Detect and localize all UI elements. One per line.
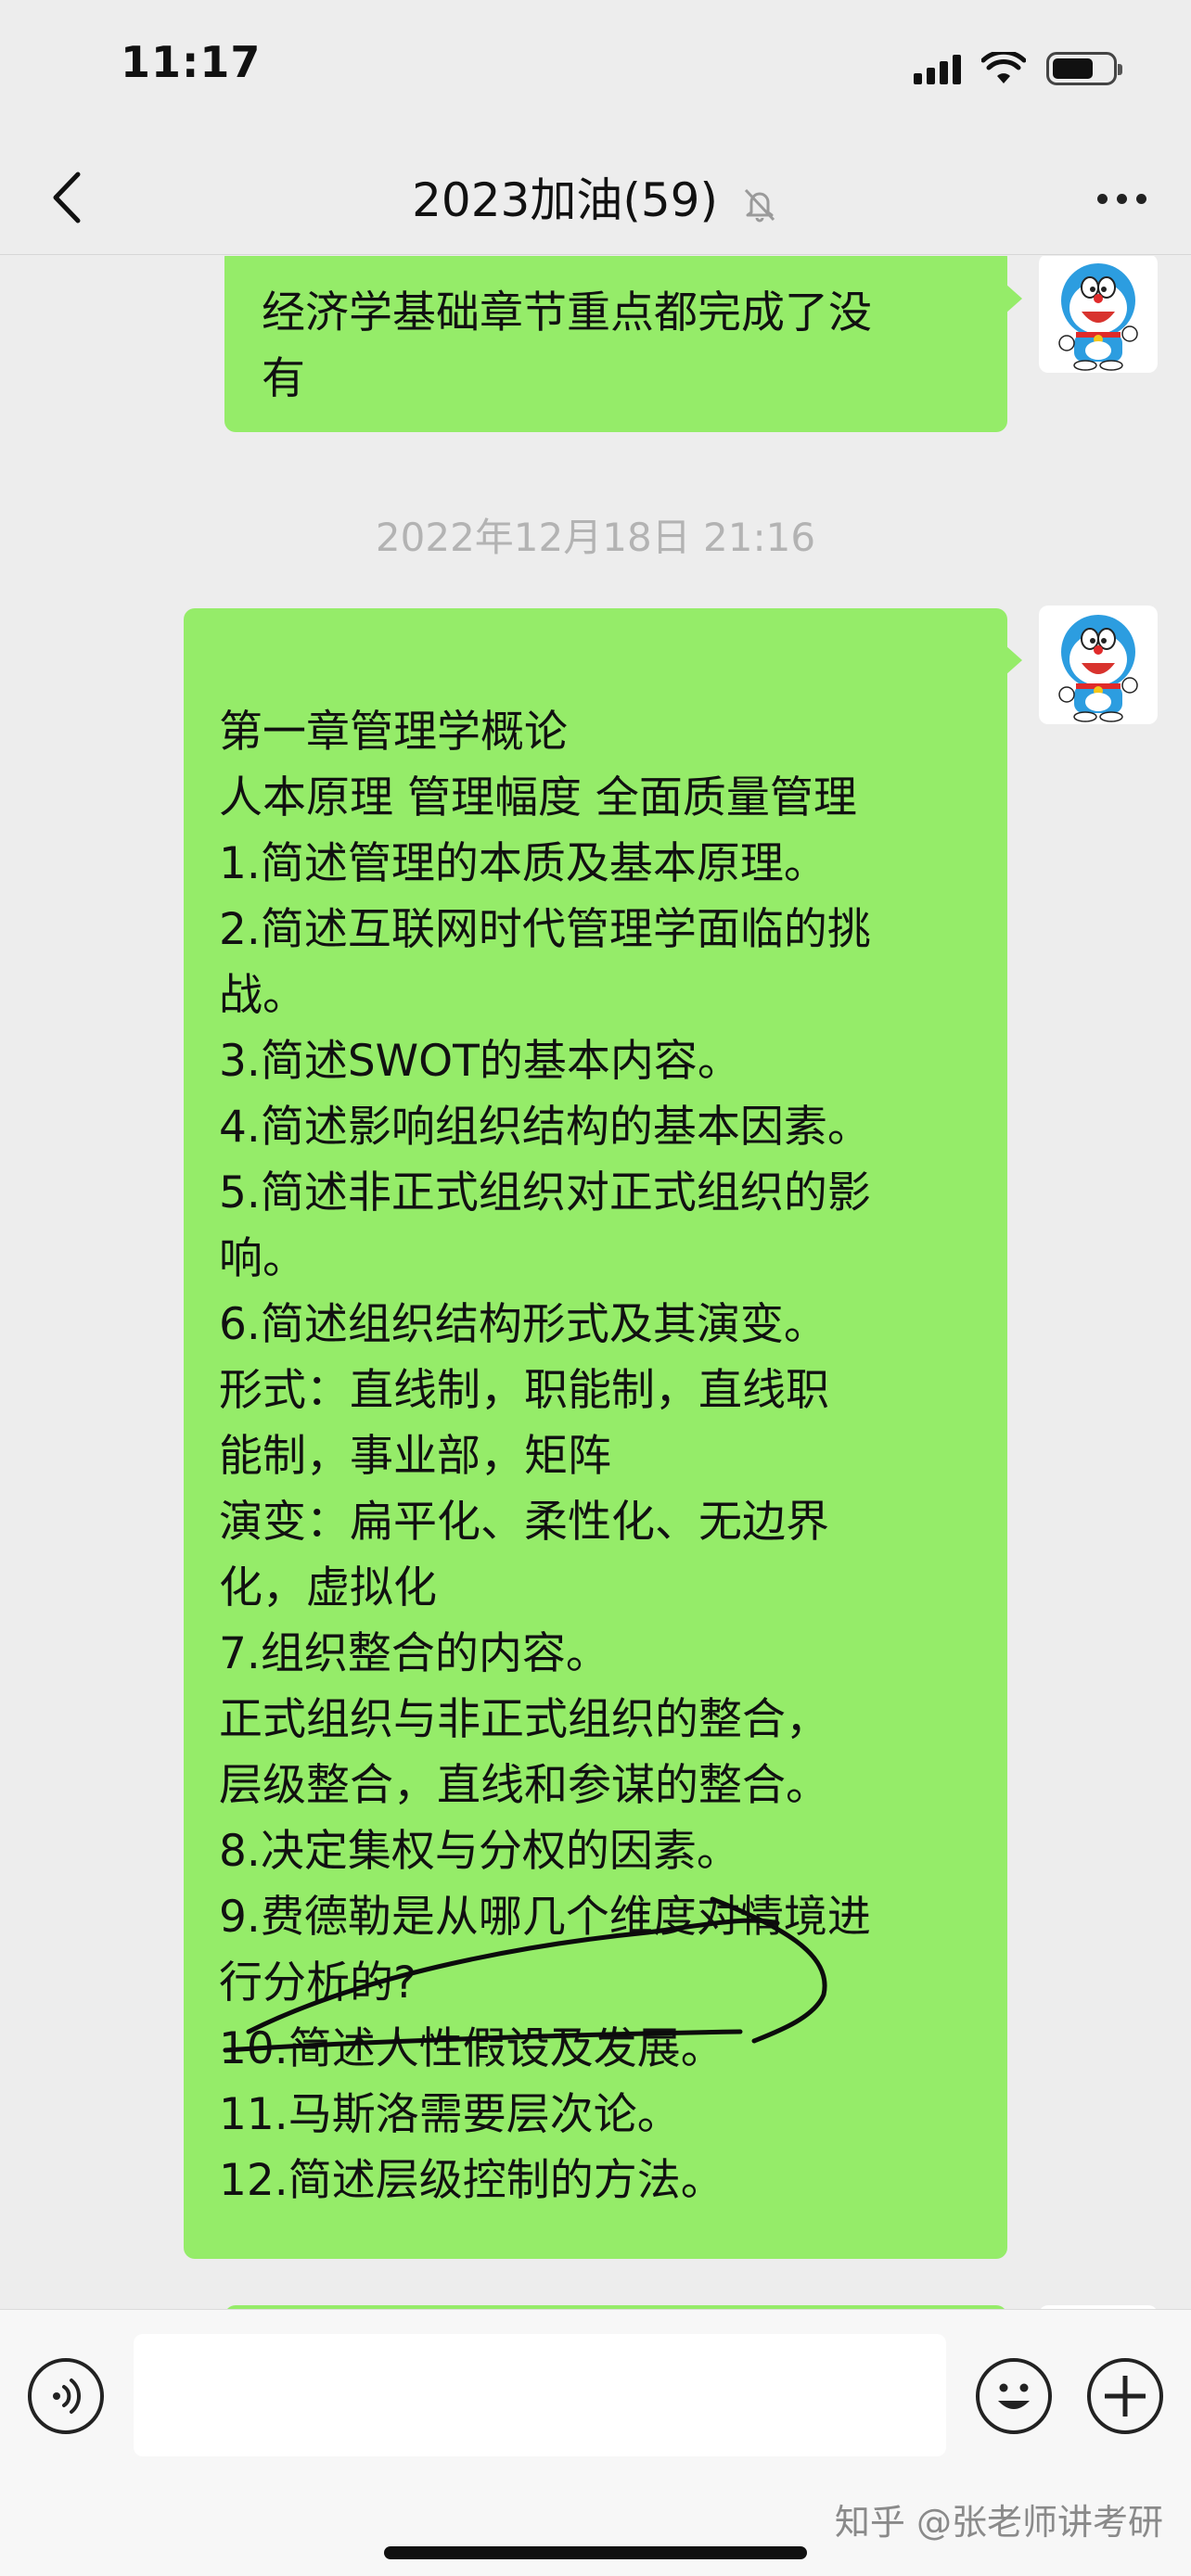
- message-line: 第一章管理学概论: [219, 707, 568, 758]
- more-options-button[interactable]: [1089, 171, 1154, 226]
- message-line: 化，虚拟化: [219, 1562, 437, 1613]
- message-line: 有: [262, 353, 305, 404]
- status-time: 11:17: [121, 37, 262, 87]
- voice-icon: [53, 2378, 82, 2414]
- message-line: 10.简述人性假设及发展。: [219, 2023, 724, 2074]
- chat-title: 2023加油(59): [0, 163, 1191, 230]
- avatar[interactable]: [1039, 606, 1158, 724]
- doraemon-avatar-icon: [1058, 615, 1138, 722]
- cellular-signal-icon: [914, 53, 961, 84]
- message-bubble[interactable]: 经济学基础章节重点都完成了没 有: [224, 256, 1022, 432]
- message-line: 演变：扁平化、柔性化、无边界: [219, 1497, 829, 1548]
- message-line: 7.组织整合的内容。: [219, 1628, 609, 1679]
- message-line: 11.马斯洛需要层次论。: [219, 2089, 681, 2140]
- message-line: 5.简述非正式组织对正式组织的影: [219, 1167, 871, 1218]
- chat-header: 2023加油(59): [0, 139, 1191, 255]
- watermark: 知乎 @张老师讲考研: [834, 2502, 1163, 2543]
- message-timestamp: 2022年12月18日 21:16: [375, 515, 816, 560]
- message-line: 正式组织与非正式组织的整合，: [219, 1694, 829, 1745]
- more-functions-button[interactable]: [1087, 2358, 1163, 2434]
- wifi-icon: [981, 52, 1026, 83]
- message-line: 形式：直线制，职能制，直线职: [219, 1365, 829, 1416]
- mute-bell-icon: [744, 188, 775, 222]
- message-line: 人本原理 管理幅度 全面质量管理: [219, 772, 857, 823]
- message-line: 层级整合，直线和参谋的整合。: [219, 1760, 829, 1811]
- message-line: 12.简述层级控制的方法。: [219, 2155, 724, 2206]
- input-bar: 知乎 @张老师讲考研: [0, 2309, 1191, 2576]
- message-bubble[interactable]: 第一章管理学概论 人本原理 管理幅度 全面质量管理 1.简述管理的本质及基本原理…: [184, 608, 1022, 2259]
- emoji-icon: [998, 2383, 1030, 2409]
- status-icons: [914, 48, 1122, 89]
- doraemon-avatar-icon: [1058, 263, 1138, 371]
- avatar[interactable]: [1039, 256, 1158, 373]
- message-line: 战。: [219, 970, 306, 1021]
- chat-messages[interactable]: 经济学基础章节重点都完成了没 有 2022年12月18日 21:16 第一章管理…: [0, 256, 1191, 2309]
- message-line: 3.简述SWOT的基本内容。: [219, 1036, 741, 1087]
- home-indicator[interactable]: [384, 2546, 807, 2559]
- message-line: 能制，事业部，矩阵: [219, 1431, 611, 1482]
- message-line: 1.简述管理的本质及基本原理。: [219, 838, 827, 889]
- group-name: 2023加油(59): [412, 173, 718, 227]
- battery-icon: [1046, 52, 1122, 85]
- message-line: 行分析的?: [219, 1958, 416, 2009]
- message-line: 9.费德勒是从哪几个维度对情境进: [219, 1892, 871, 1943]
- message-input[interactable]: [134, 2334, 946, 2456]
- message-line: 经济学基础章节重点都完成了没: [262, 287, 872, 338]
- message-line: 6.简述组织结构形式及其演变。: [219, 1299, 827, 1350]
- message-line: 响。: [219, 1233, 306, 1284]
- message-line: 4.简述影响组织结构的基本因素。: [219, 1102, 871, 1153]
- message-line: 8.决定集权与分权的因素。: [219, 1826, 740, 1877]
- status-bar: 11:17: [0, 0, 1191, 139]
- emoji-button[interactable]: [976, 2358, 1052, 2434]
- voice-input-button[interactable]: [28, 2358, 104, 2434]
- message-line: 2.简述互联网时代管理学面临的挑: [219, 904, 871, 955]
